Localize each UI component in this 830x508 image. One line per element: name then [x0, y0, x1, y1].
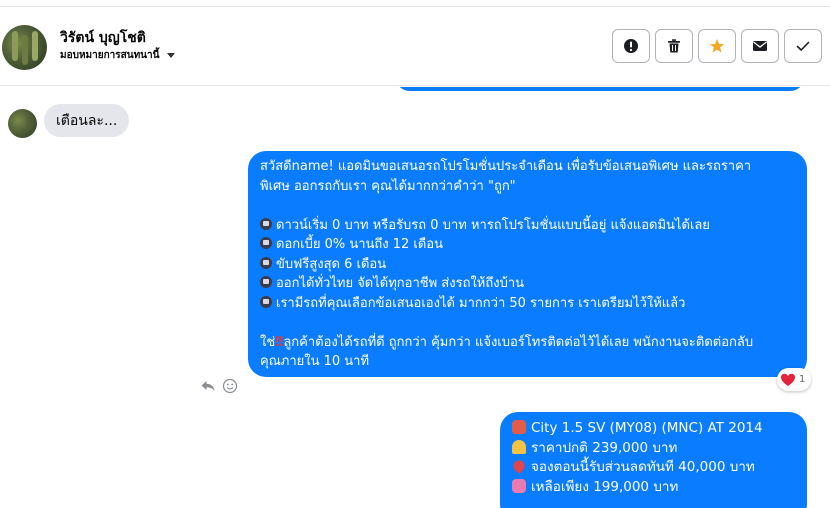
bullet-emoji-icon: [260, 276, 272, 288]
car-icon: [512, 420, 526, 434]
offer-line: ราคาปกติ 239,000 บาท: [512, 439, 795, 459]
reaction-count: 1: [799, 374, 806, 385]
bullet-text: ดอกเบี้ย 0% นานถึง 12 เดือน: [276, 237, 444, 252]
trash-icon: [668, 39, 680, 53]
bullet-emoji-icon: [260, 217, 272, 230]
sender-avatar[interactable]: [8, 109, 37, 138]
message-line: พิเศษ ออกรถกับเรา คุณได้มากกว่าคำว่า "ถู…: [260, 178, 516, 194]
offer-line: City 1.5 SV (MY08) (MNC) AT 2014: [512, 419, 795, 439]
mark-spam-button[interactable]: [612, 29, 650, 63]
assign-conversation-dropdown[interactable]: มอบหมายการสนทนานี้: [60, 48, 176, 63]
closing-prefix: ใช่: [260, 334, 276, 350]
delete-button[interactable]: [655, 29, 693, 63]
offer-text: จองตอนนี้รับส่วนลดทันที 40,000 บาท: [531, 459, 755, 475]
emoji-react-icon[interactable]: [222, 378, 238, 394]
header-actions: [612, 29, 822, 63]
assign-conversation-label: มอบหมายการสนทนานี้: [60, 50, 160, 61]
outgoing-car-offer-message[interactable]: City 1.5 SV (MY08) (MNC) AT 2014 ราคาปกต…: [500, 412, 807, 508]
ribbon-icon: [512, 478, 526, 493]
pin-icon: [511, 458, 527, 474]
message-bullet: ดาวน์เริ่ม 0 บาท หรือรับรถ 0 บาท หารถโปร…: [260, 216, 795, 236]
message-bullet: ดอกเบี้ย 0% นานถึง 12 เดือน: [260, 235, 795, 255]
message-blank-line: [260, 196, 795, 216]
reply-icon[interactable]: [200, 378, 216, 394]
star-icon: [709, 39, 725, 53]
caret-down-icon: [167, 53, 176, 58]
conversation-view: วิรัตน์ บุญโชติ มอบหมายการสนทนานี้ เตือน…: [0, 0, 830, 508]
offer-text: ราคาปกติ 239,000 บาท: [531, 439, 678, 456]
bullet-emoji-icon: [260, 295, 272, 308]
exclamation-circle-icon: [624, 39, 638, 53]
message-tools: [200, 378, 238, 394]
closing-text: ลูกค้าต้องได้รถที่ดี ถูกกว่า คุ้มกว่า แจ…: [283, 334, 754, 350]
check-icon: [796, 41, 810, 51]
message-reaction[interactable]: 1: [777, 368, 812, 391]
bell-icon: [512, 439, 526, 454]
previous-outgoing-message[interactable]: [395, 87, 805, 91]
heart-icon: [781, 373, 795, 386]
bullet-emoji-icon: [260, 237, 272, 249]
bullet-text: ดาวน์เริ่ม 0 บาท หรือรับรถ 0 บาท หารถโปร…: [276, 217, 710, 233]
incoming-message[interactable]: เตือนละ...: [44, 104, 130, 137]
conversation-header: วิรัตน์ บุญโชติ มอบหมายการสนทนานี้: [0, 6, 830, 86]
offer-line: เหลือเพียง 199,000 บาท: [512, 478, 795, 498]
message-line: สวัสดีname! แอดมินขอเสนอรถโปรโมชั่นประจำ…: [260, 159, 752, 174]
mark-unread-button[interactable]: [741, 29, 779, 63]
offer-text: City 1.5 SV (MY08) (MNC) AT 2014: [531, 420, 763, 436]
message-blank-line: [260, 313, 795, 333]
mark-done-button[interactable]: [784, 29, 822, 63]
message-bullet: ออกได้ทั่วไทย จัดได้ทุกอาชีพ ส่งรถให้ถึง…: [260, 274, 795, 294]
message-bullet: เรามีรถที่คุณเลือกข้อเสนอเองได้ มากกว่า …: [260, 294, 795, 314]
envelope-icon: [753, 41, 767, 51]
star-button[interactable]: [698, 29, 736, 63]
bullet-text: เรามีรถที่คุณเลือกข้อเสนอเองได้ มากกว่า …: [276, 295, 686, 311]
message-line: ใช่‼ลูกค้าต้องได้รถที่ดี ถูกกว่า คุ้มกว่…: [260, 333, 795, 353]
bullet-emoji-icon: [260, 256, 272, 269]
offer-line: จองตอนนี้รับส่วนลดทันที 40,000 บาท: [511, 458, 795, 478]
offer-text: เหลือเพียง 199,000 บาท: [531, 478, 679, 495]
bullet-text: ขับฟรีสูงสุด 6 เดือน: [276, 256, 387, 272]
contact-avatar[interactable]: [2, 25, 47, 70]
bullet-text: ออกได้ทั่วไทย จัดได้ทุกอาชีพ ส่งรถให้ถึง…: [276, 276, 525, 291]
contact-name[interactable]: วิรัตน์ บุญโชติ: [60, 27, 146, 49]
outgoing-promo-message[interactable]: สวัสดีname! แอดมินขอเสนอรถโปรโมชั่นประจำ…: [248, 151, 807, 377]
message-bullet: ขับฟรีสูงสุด 6 เดือน: [260, 255, 795, 275]
message-line: คุณภายใน 10 นาที: [260, 354, 370, 369]
message-thread[interactable]: เตือนละ... สวัสดีname! แอดมินขอเสนอรถโปร…: [0, 87, 830, 508]
